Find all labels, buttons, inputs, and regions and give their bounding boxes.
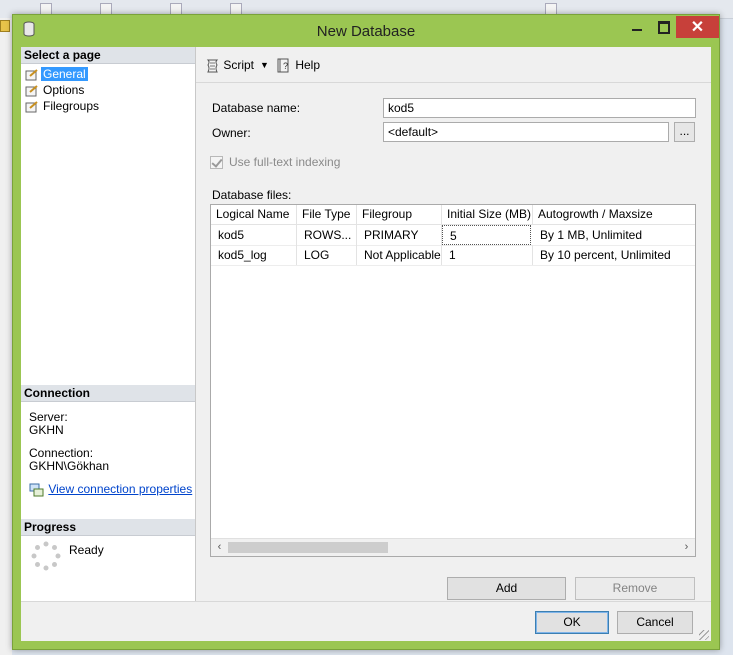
progress-status: Ready xyxy=(69,543,104,557)
database-files-table: Logical Name File Type Filegroup Initial… xyxy=(210,204,696,557)
table-cell[interactable]: kod5 xyxy=(211,225,297,245)
script-icon xyxy=(206,59,219,73)
select-page-header: Select a page xyxy=(21,47,195,64)
scroll-left-icon[interactable]: ‹ xyxy=(211,539,228,556)
maximize-button[interactable] xyxy=(650,16,676,38)
column-header[interactable]: Initial Size (MB) xyxy=(442,205,533,224)
table-cell[interactable]: ROWS... xyxy=(297,225,357,245)
script-button[interactable]: Script xyxy=(204,57,254,74)
column-header[interactable]: File Type xyxy=(297,205,357,224)
table-cell[interactable]: 5 xyxy=(442,225,531,245)
progress-header: Progress xyxy=(21,519,195,536)
script-label: Script xyxy=(223,58,255,72)
view-connection-properties[interactable]: View connection properties xyxy=(29,483,192,497)
scrollbar-thumb[interactable] xyxy=(228,542,388,553)
progress-spinner-icon xyxy=(31,541,61,571)
column-header[interactable]: Logical Name xyxy=(211,205,297,224)
table-header: Logical Name File Type Filegroup Initial… xyxy=(211,205,695,225)
page-icon xyxy=(25,85,38,97)
page-item-general[interactable]: General xyxy=(25,66,88,82)
connection-header: Connection xyxy=(21,385,195,402)
page-icon xyxy=(25,69,38,81)
minimize-button[interactable] xyxy=(624,16,650,38)
connection-properties-icon xyxy=(29,483,44,497)
page-item-label: General xyxy=(41,67,88,81)
table-cell[interactable]: PRIMARY xyxy=(357,225,442,245)
help-icon: ? xyxy=(277,58,289,73)
window-title: New Database xyxy=(316,23,416,40)
page-item-label: Options xyxy=(43,83,85,97)
add-button[interactable]: Add xyxy=(447,577,566,600)
column-header[interactable]: Autogrowth / Maxsize xyxy=(533,205,695,224)
table-cell[interactable]: By 1 MB, Unlimited xyxy=(533,225,695,245)
dialog-footer: OK Cancel xyxy=(21,601,711,642)
script-dropdown-chevron-down-icon[interactable]: ▼ xyxy=(260,57,269,73)
connection-value: GKHN\Gökhan xyxy=(29,459,110,473)
horizontal-scrollbar[interactable]: ‹ › xyxy=(211,538,695,556)
table-cell[interactable]: kod5_log xyxy=(211,245,297,265)
table-row[interactable]: kod5 ROWS... PRIMARY 5 By 1 MB, Unlimite… xyxy=(211,225,695,246)
table-cell[interactable]: By 10 percent, Unlimited xyxy=(533,245,695,265)
general-page: Database name: kod5 Owner: <default> ...… xyxy=(196,82,711,602)
owner-browse-button[interactable]: ... xyxy=(674,122,695,142)
table-cell[interactable]: 1 xyxy=(442,245,533,265)
fulltext-indexing-checkbox[interactable] xyxy=(210,156,223,169)
page-item-filegroups[interactable]: Filegroups xyxy=(25,98,101,114)
remove-button[interactable]: Remove xyxy=(575,577,695,600)
table-row[interactable]: kod5_log LOG Not Applicable 1 By 10 perc… xyxy=(211,245,695,266)
database-name-label: Database name: xyxy=(212,101,301,115)
table-cell[interactable]: LOG xyxy=(297,245,357,265)
background-folder-icon xyxy=(0,20,10,32)
database-files-label: Database files: xyxy=(212,188,292,202)
left-pane: Select a page General Options Filegroups xyxy=(21,47,196,601)
page-item-options[interactable]: Options xyxy=(25,82,86,98)
background-app-sidebar xyxy=(0,18,12,655)
column-header[interactable]: Filegroup xyxy=(357,205,442,224)
owner-input[interactable]: <default> xyxy=(383,122,669,142)
cancel-button[interactable]: Cancel xyxy=(617,611,693,634)
help-button[interactable]: ? Help xyxy=(276,57,320,74)
toolbar: Script ▼ ? Help xyxy=(196,47,711,79)
view-connection-properties-link[interactable]: View connection properties xyxy=(48,482,192,496)
fulltext-indexing-label: Use full-text indexing xyxy=(229,155,341,169)
page-item-label: Filegroups xyxy=(43,99,100,113)
table-cell[interactable]: Not Applicable xyxy=(357,245,442,265)
resize-grip-icon[interactable] xyxy=(699,630,709,640)
dialog-body: Select a page General Options Filegroups xyxy=(21,47,711,641)
ok-button[interactable]: OK xyxy=(535,611,609,634)
title-bar[interactable]: New Database ✕ xyxy=(13,15,719,47)
close-button[interactable]: ✕ xyxy=(676,16,719,38)
server-value: GKHN xyxy=(29,423,64,437)
new-database-dialog: New Database ✕ Select a page General Opt… xyxy=(12,14,720,650)
page-icon xyxy=(25,101,38,113)
scroll-right-icon[interactable]: › xyxy=(678,539,695,556)
close-icon: ✕ xyxy=(690,19,705,36)
database-name-input[interactable]: kod5 xyxy=(383,98,696,118)
help-label: Help xyxy=(295,58,321,72)
svg-text:?: ? xyxy=(283,61,288,71)
owner-label: Owner: xyxy=(212,126,251,140)
